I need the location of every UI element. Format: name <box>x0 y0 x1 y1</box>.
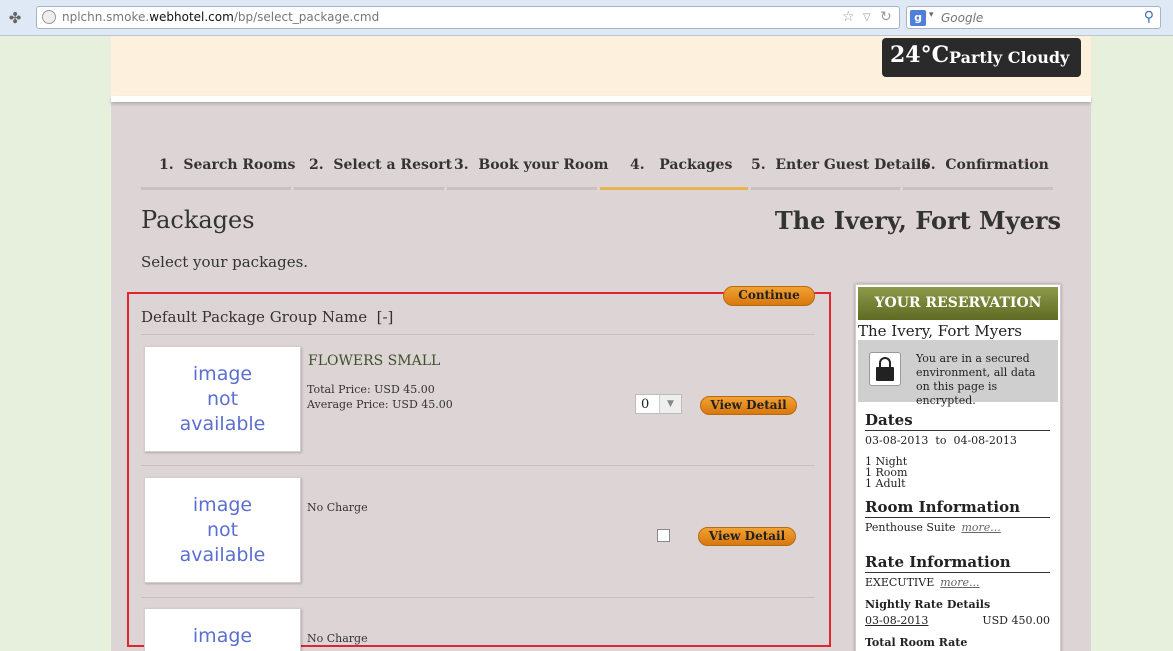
total-room-rate-title: Total Room Rate <box>865 636 968 649</box>
section-divider <box>865 572 1050 573</box>
date-range: 03-08-2013 to 04-08-2013 <box>865 434 1017 447</box>
package-image-placeholder: image not available <box>144 346 301 452</box>
package-total-price: Total Price: USD 45.00 <box>307 383 435 396</box>
package-divider <box>141 597 815 598</box>
view-detail-button[interactable]: View Detail <box>698 527 796 546</box>
quantity-select[interactable]: 0 ▼ <box>635 394 682 414</box>
step-label: Select a Resort <box>333 157 453 173</box>
step-packages[interactable]: 4. Packages <box>600 152 748 190</box>
step-label: Confirmation <box>945 157 1049 173</box>
room-more-link[interactable]: more... <box>961 521 1000 534</box>
weather-condition: Partly Cloudy <box>949 48 1070 67</box>
package-average-price: Average Price: USD 45.00 <box>307 398 453 411</box>
placeholder-text: available <box>179 544 266 566</box>
browser-toolbar: ✤ nplchn.smoke.webhotel.com/bp/select_pa… <box>0 0 1173 36</box>
header-divider <box>111 96 1091 102</box>
package-divider <box>141 465 815 466</box>
reservation-resort: The Ivery, Fort Myers <box>858 322 1022 340</box>
security-text: You are in a secured environment, all da… <box>916 352 1036 407</box>
step-book-room[interactable]: 3. Book your Room <box>447 152 608 190</box>
nightly-rate-title: Nightly Rate Details <box>865 598 991 611</box>
package-charge: No Charge <box>307 632 368 645</box>
page-subtitle: Select your packages. <box>141 253 309 271</box>
google-engine-icon[interactable]: g <box>910 10 926 26</box>
step-number: 1. <box>159 157 174 173</box>
reservation-heading: YOUR RESERVATION <box>858 287 1058 320</box>
resort-name: The Ivery, Fort Myers <box>774 206 1061 235</box>
section-divider <box>865 517 1050 518</box>
group-name: Default Package Group Name <box>141 308 368 326</box>
check-out-date: 04-08-2013 <box>953 434 1017 447</box>
step-guest-details[interactable]: 5. Enter Guest Details <box>751 152 929 190</box>
view-detail-button[interactable]: View Detail <box>700 396 797 415</box>
group-collapse-toggle[interactable]: [-] <box>377 308 394 326</box>
placeholder-text: image <box>192 494 253 516</box>
page-title: Packages <box>141 206 255 234</box>
room-info-title: Room Information <box>865 498 1020 516</box>
bookmark-star-icon[interactable]: ☆ <box>842 9 855 25</box>
room-type: Penthouse Suite more... <box>865 521 1001 534</box>
step-number: 4. <box>630 157 645 173</box>
page-container: 24°C Partly Cloudy 1. Search Rooms 2. Se… <box>111 36 1091 651</box>
placeholder-text: available <box>179 413 266 435</box>
package-group-title: Default Package Group Name [-] <box>141 308 393 326</box>
placeholder-text: not <box>206 388 239 410</box>
package-name: FLOWERS SMALL <box>308 353 441 369</box>
placeholder-text: not <box>206 519 239 541</box>
quantity-value: 0 <box>641 397 650 412</box>
section-divider <box>865 430 1050 431</box>
adults-count: 1 Adult <box>865 477 906 490</box>
package-checkbox[interactable] <box>657 529 670 542</box>
rate-more-link[interactable]: more... <box>940 576 979 589</box>
url-text[interactable]: nplchn.smoke.webhotel.com/bp/select_pack… <box>62 10 379 24</box>
step-label: Search Rooms <box>183 157 296 173</box>
security-notice: You are in a secured environment, all da… <box>858 340 1058 407</box>
check-in-date: 03-08-2013 <box>865 434 929 447</box>
rate-code-value: EXECUTIVE <box>865 576 935 589</box>
search-input[interactable] <box>941 9 1141 26</box>
step-number: 2. <box>309 157 324 173</box>
package-image-placeholder: image not available <box>144 477 301 583</box>
reservation-summary: YOUR RESERVATION The Ivery, Fort Myers Y… <box>855 284 1061 651</box>
lock-icon <box>869 352 901 386</box>
search-icon[interactable]: ⚲ <box>1144 9 1154 25</box>
package-charge: No Charge <box>307 501 368 514</box>
step-search-rooms[interactable]: 1. Search Rooms <box>141 152 295 190</box>
booking-steps: 1. Search Rooms 2. Select a Resort 3. Bo… <box>141 152 1053 190</box>
step-label: Book your Room <box>478 157 609 173</box>
step-number: 3. <box>454 157 469 173</box>
step-label: Packages <box>659 157 733 173</box>
step-confirmation[interactable]: 6. Confirmation <box>903 152 1053 190</box>
reload-icon[interactable]: ↻ <box>880 9 892 25</box>
step-select-resort[interactable]: 2. Select a Resort <box>294 152 452 190</box>
dates-title: Dates <box>865 411 913 429</box>
site-identity-icon[interactable] <box>42 10 56 24</box>
engine-dropdown-icon[interactable]: ▾ <box>929 10 934 20</box>
weather-widget: 24°C Partly Cloudy <box>882 38 1081 77</box>
history-dropdown-icon[interactable]: ▽ <box>863 12 871 23</box>
weather-temperature: 24°C <box>890 42 950 68</box>
rate-code: EXECUTIVE more... <box>865 576 980 589</box>
address-bar[interactable]: nplchn.smoke.webhotel.com/bp/select_pack… <box>36 6 900 29</box>
placeholder-text: image <box>192 363 253 385</box>
search-bar[interactable]: g ▾ ⚲ <box>906 6 1161 29</box>
continue-button[interactable]: Continue <box>723 286 815 306</box>
date-separator: to <box>935 434 947 447</box>
rate-info-title: Rate Information <box>865 553 1011 571</box>
chevron-down-icon[interactable]: ▼ <box>659 395 681 413</box>
placeholder-text: image <box>192 625 253 647</box>
step-number: 5. <box>751 157 766 173</box>
room-type-value: Penthouse Suite <box>865 521 956 534</box>
nightly-date[interactable]: 03-08-2013 <box>865 614 928 627</box>
group-divider <box>141 334 815 335</box>
nightly-price: USD 450.00 <box>982 614 1050 627</box>
browser-menu-icon[interactable]: ✤ <box>4 8 26 28</box>
package-image-placeholder: image <box>144 608 301 651</box>
step-number: 6. <box>921 157 936 173</box>
